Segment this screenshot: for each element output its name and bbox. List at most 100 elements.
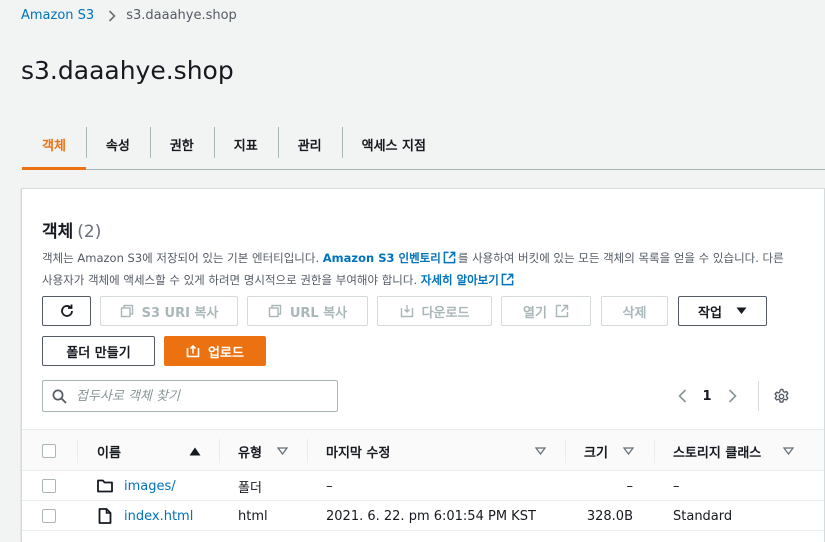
create-folder-label: 폴더 만들기 <box>66 345 131 361</box>
upload-button[interactable]: 업로드 <box>164 336 266 366</box>
column-header-size[interactable]: 크기 <box>584 430 669 472</box>
row-checkbox[interactable] <box>42 479 56 493</box>
objects-heading: 객체 (2) <box>42 217 101 242</box>
description-text-1: 객체는 Amazon S3에 저장되어 있는 기본 엔터티입니다. <box>42 251 323 265</box>
page-title: s3.daaahye.shop <box>21 56 234 85</box>
name-cell: index.html <box>97 501 193 531</box>
external-link-icon <box>443 250 456 270</box>
actions-dropdown[interactable]: 작업 <box>678 296 767 326</box>
create-folder-button[interactable]: 폴더 만들기 <box>42 336 155 366</box>
search-box <box>42 380 338 412</box>
download-icon <box>400 304 414 318</box>
column-header-name[interactable]: 이름 <box>97 430 219 472</box>
objects-table: 이름 유형 마지막 수정 크기 스토리지 클래스 images/ 폴더 – – … <box>22 429 824 531</box>
tab-access-points[interactable]: 액세스 지점 <box>341 120 446 169</box>
pager-divider <box>758 381 759 411</box>
type-cell: 폴더 <box>238 480 262 496</box>
table-row[interactable]: index.html html 2021. 6. 22. pm 6:01:54 … <box>22 501 824 531</box>
sort-caret-icon <box>623 447 634 455</box>
open-label: 열기 <box>523 305 547 321</box>
download-label: 다운로드 <box>421 305 470 321</box>
select-all-cell <box>42 430 56 472</box>
tab-metrics[interactable]: 지표 <box>213 120 278 169</box>
gear-icon <box>774 388 789 403</box>
column-header-type[interactable]: 유형 <box>238 430 308 472</box>
object-name-link[interactable]: images/ <box>124 479 176 494</box>
breadcrumb-amazon-s3-link[interactable]: Amazon S3 <box>21 8 94 23</box>
delete-label: 삭제 <box>622 305 647 321</box>
name-cell: images/ <box>97 471 176 501</box>
column-divider <box>654 439 655 463</box>
learn-more-link[interactable]: 자세히 알아보기 <box>421 273 499 287</box>
file-icon <box>98 508 112 524</box>
external-link-icon <box>501 272 514 292</box>
column-divider <box>219 439 220 463</box>
type-cell: html <box>238 508 268 524</box>
external-link-icon <box>555 304 569 318</box>
column-header-last-modified[interactable]: 마지막 수정 <box>326 430 566 472</box>
copy-s3-uri-button[interactable]: S3 URI 복사 <box>100 296 238 326</box>
breadcrumb-current: s3.daaahye.shop <box>126 8 237 23</box>
copy-icon <box>120 304 134 318</box>
inventory-link[interactable]: Amazon S3 인벤토리 <box>323 251 441 265</box>
objects-description: 객체는 Amazon S3에 저장되어 있는 기본 엔터티입니다. Amazon… <box>42 248 786 292</box>
folder-icon <box>97 479 113 493</box>
open-button[interactable]: 열기 <box>501 296 591 326</box>
sort-caret-icon <box>535 447 546 455</box>
tab-bar: 객체 속성 권한 지표 관리 액세스 지점 <box>22 120 825 170</box>
breadcrumb: Amazon S3 s3.daaahye.shop <box>21 8 237 23</box>
current-page[interactable]: 1 <box>697 389 717 404</box>
column-header-storage-class[interactable]: 스토리지 클래스 <box>673 430 823 472</box>
column-divider <box>77 439 78 463</box>
column-name-label: 이름 <box>97 445 121 461</box>
column-divider <box>565 439 566 463</box>
storage-class-cell: – <box>673 478 680 494</box>
column-size-label: 크기 <box>584 445 608 461</box>
next-page-button[interactable] <box>717 389 747 403</box>
select-all-checkbox[interactable] <box>42 444 56 458</box>
sort-ascending-icon <box>189 447 201 456</box>
refresh-button[interactable] <box>42 296 91 326</box>
copy-s3-uri-label: S3 URI 복사 <box>141 305 219 321</box>
tab-permissions[interactable]: 권한 <box>149 120 214 169</box>
chevron-right-icon <box>108 9 116 22</box>
refresh-icon <box>59 303 75 319</box>
chevron-left-icon <box>677 389 686 403</box>
column-type-label: 유형 <box>238 445 262 461</box>
search-icon <box>52 389 67 404</box>
download-button[interactable]: 다운로드 <box>377 296 492 326</box>
sort-caret-icon <box>277 447 288 455</box>
objects-count: (2) <box>77 222 102 242</box>
storage-class-cell: Standard <box>673 508 733 524</box>
row-select-cell <box>42 471 56 501</box>
tab-objects[interactable]: 객체 <box>22 120 86 170</box>
column-storage-class-label: 스토리지 클래스 <box>673 445 762 461</box>
actions-label: 작업 <box>698 305 722 321</box>
modified-cell: – <box>326 478 333 494</box>
upload-label: 업로드 <box>208 345 244 361</box>
previous-page-button[interactable] <box>667 389 697 403</box>
search-input[interactable] <box>76 388 316 404</box>
upload-icon <box>186 344 200 358</box>
tab-properties[interactable]: 속성 <box>85 120 150 169</box>
settings-gear-button[interactable] <box>773 388 790 405</box>
caret-down-icon <box>736 307 747 315</box>
sort-caret-icon <box>783 447 794 455</box>
object-name-link[interactable]: index.html <box>124 509 193 524</box>
row-select-cell <box>42 501 56 531</box>
chevron-right-icon <box>728 389 737 403</box>
modified-cell: 2021. 6. 22. pm 6:01:54 PM KST <box>326 508 536 524</box>
objects-panel: 객체 (2) 객체는 Amazon S3에 저장되어 있는 기본 엔터티입니다. … <box>21 188 825 542</box>
row-checkbox[interactable] <box>42 509 56 523</box>
size-cell: 328.0B <box>586 508 633 524</box>
table-header: 이름 유형 마지막 수정 크기 스토리지 클래스 <box>22 429 824 471</box>
copy-url-button[interactable]: URL 복사 <box>247 296 368 326</box>
tab-management[interactable]: 관리 <box>277 120 342 169</box>
pagination: 1 <box>667 381 790 411</box>
copy-icon <box>268 304 282 318</box>
table-row[interactable]: images/ 폴더 – – – <box>22 471 824 501</box>
copy-url-label: URL 복사 <box>289 305 348 321</box>
size-cell: – <box>626 478 634 494</box>
delete-button[interactable]: 삭제 <box>601 296 668 326</box>
column-modified-label: 마지막 수정 <box>326 445 391 461</box>
